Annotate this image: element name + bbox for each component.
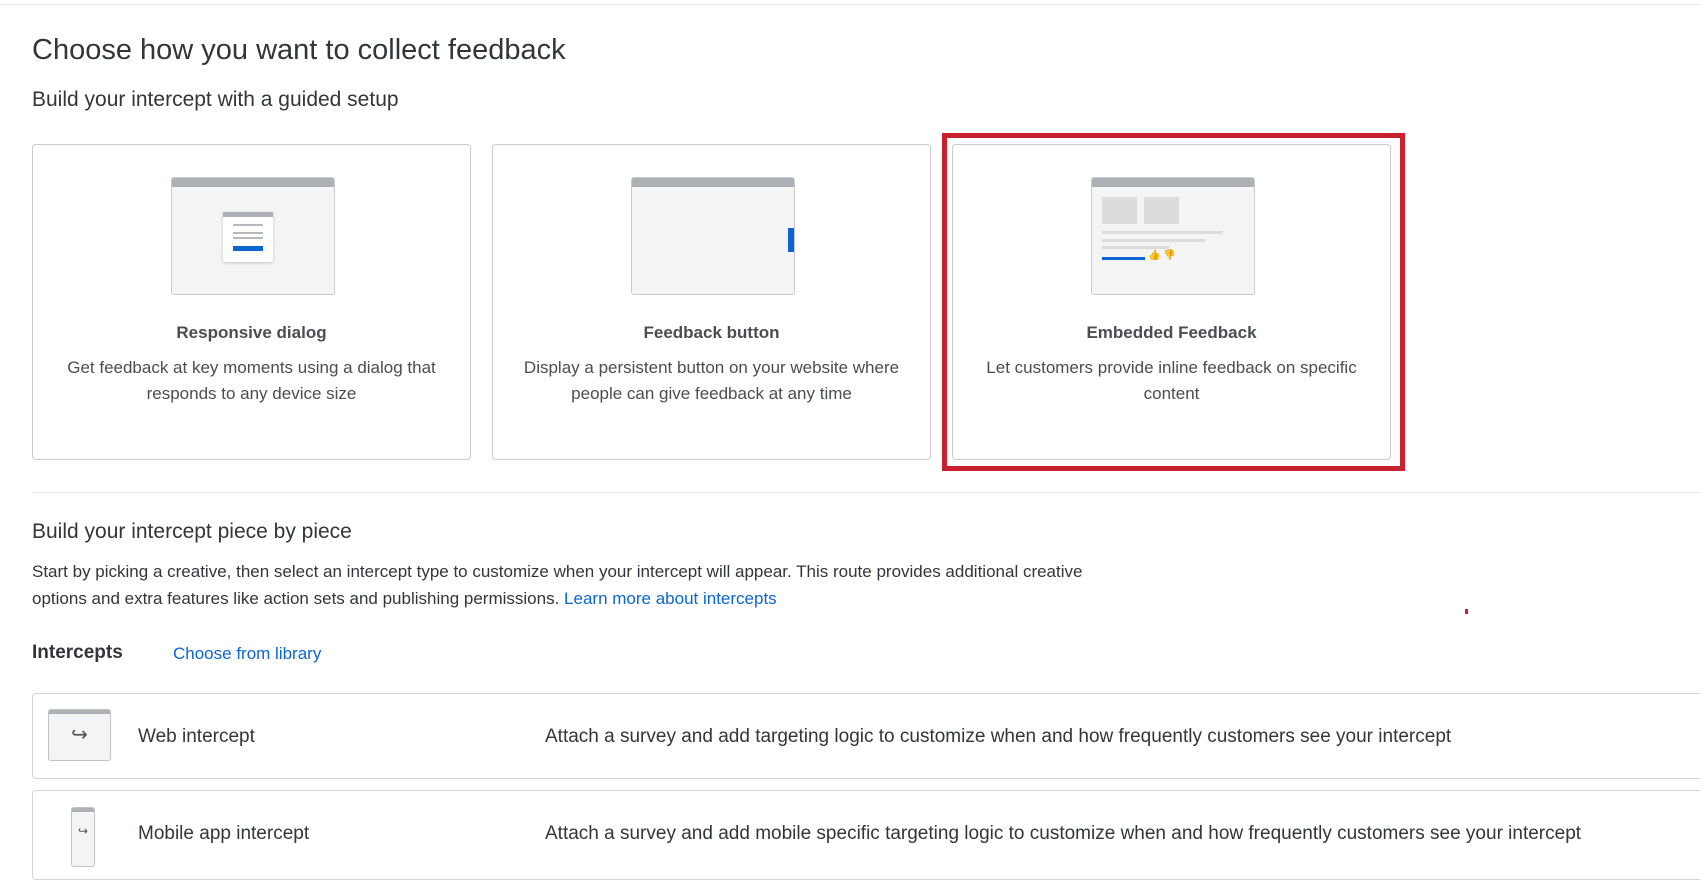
card-responsive-dialog[interactable]: Responsive dialog Get feedback at key mo… [32,144,471,460]
feedback-button-illustration [631,177,795,295]
learn-more-link[interactable]: Learn more about intercepts [564,589,777,608]
row-description: Attach a survey and add mobile specific … [545,823,1582,844]
top-divider [0,4,1700,5]
description-text: Start by picking a creative, then select… [32,562,1083,608]
row-name: Mobile app intercept [138,823,310,844]
choose-from-library-link[interactable]: Choose from library [173,644,321,664]
piece-by-piece-heading: Build your intercept piece by piece [32,520,352,543]
mobile-app-intercept-row[interactable]: ↪ Mobile app intercept Attach a survey a… [32,790,1700,880]
card-title: Responsive dialog [176,323,327,342]
card-feedback-button[interactable]: Feedback button Display a persistent but… [492,144,931,460]
annotation-mark [1465,609,1468,614]
guided-setup-heading: Build your intercept with a guided setup [32,88,399,111]
piece-by-piece-description: Start by picking a creative, then select… [32,558,1132,612]
web-intercept-icon: ↪ [48,709,111,761]
selection-highlight [942,133,1405,471]
section-divider [32,492,1700,493]
web-intercept-row[interactable]: ↪ Web intercept Attach a survey and add … [32,693,1700,779]
mobile-app-intercept-icon: ↪ [71,807,95,867]
intercepts-label: Intercepts [32,642,123,663]
card-title: Feedback button [643,323,780,342]
card-description: Get feedback at key moments using a dial… [67,358,436,403]
card-description: Display a persistent button on your webs… [523,358,900,403]
row-description: Attach a survey and add targeting logic … [545,726,1452,747]
page-title: Choose how you want to collect feedback [32,34,566,66]
row-name: Web intercept [138,726,255,747]
responsive-dialog-illustration [171,177,335,295]
